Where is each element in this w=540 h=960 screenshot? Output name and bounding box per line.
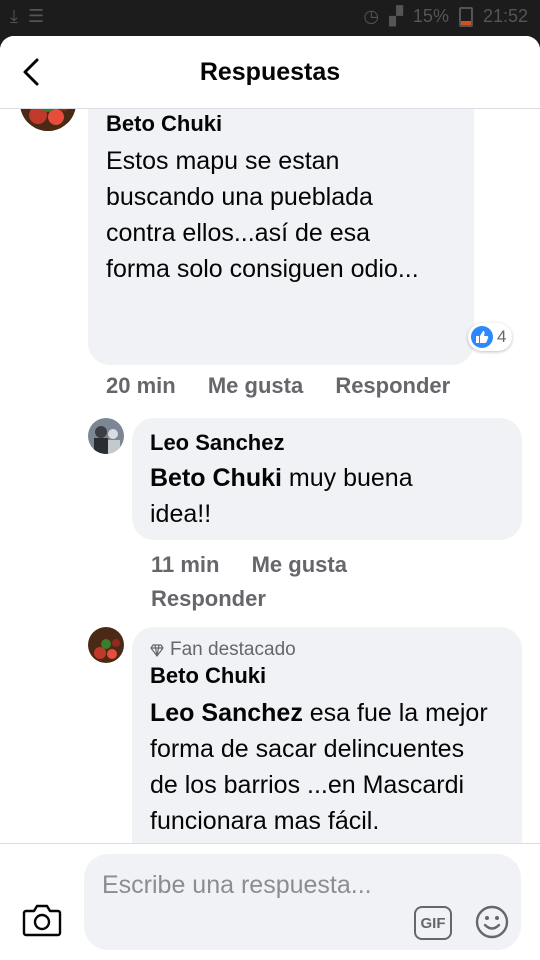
comment-actions: 11 min Me gusta Responder xyxy=(151,548,411,616)
reaction-count[interactable]: 4 xyxy=(468,323,513,351)
camera-icon xyxy=(22,904,62,937)
comment-bubble[interactable]: Fan destacado Beto Chuki Leo Sanchez esa… xyxy=(132,627,522,843)
alarm-icon: ◷ xyxy=(363,6,380,26)
comment-bubble[interactable]: Leo Sanchez Beto Chuki muy buena idea!! xyxy=(132,418,522,540)
comment-author[interactable]: Leo Sanchez xyxy=(150,430,480,456)
like-reaction-icon xyxy=(471,326,493,348)
reply-button[interactable]: Responder xyxy=(151,586,266,611)
comment-author[interactable]: Beto Chuki xyxy=(150,663,490,689)
battery-percent: 15% xyxy=(412,6,449,26)
fan-badge-label: Fan destacado xyxy=(170,639,296,660)
comment-author[interactable]: Beto Chuki xyxy=(106,111,436,137)
status-bar: ⤓ ☰ ◷ ▞ 15% 21:52 xyxy=(0,0,540,36)
comment-time: 11 min xyxy=(151,552,220,577)
comment-text: Beto Chuki muy buena idea!! xyxy=(150,460,480,532)
avatar-leo-sanchez[interactable] xyxy=(88,418,124,454)
status-time: 21:52 xyxy=(482,6,528,26)
battery-icon xyxy=(458,6,473,27)
page-title: Respuestas xyxy=(199,58,341,86)
comment-actions: 20 min Me gusta Responder xyxy=(106,373,450,399)
emoji-icon xyxy=(475,905,509,939)
comment-text: Leo Sanchez esa fue la mejor forma de sa… xyxy=(150,695,490,839)
camera-button[interactable] xyxy=(22,902,62,938)
like-button[interactable]: Me gusta xyxy=(252,552,347,577)
mention-link[interactable]: Leo Sanchez xyxy=(150,699,303,727)
reply-button[interactable]: Responder xyxy=(335,373,450,398)
download-icon: ⤓ xyxy=(10,6,18,26)
mention-link[interactable]: Beto Chuki xyxy=(150,464,282,492)
avatar-beto-chuki[interactable] xyxy=(88,627,124,663)
like-button[interactable]: Me gusta xyxy=(208,373,303,398)
comment-text: Estos mapu se estan buscando una pueblad… xyxy=(106,147,419,283)
gif-button[interactable]: GIF xyxy=(414,906,452,940)
comment-thread[interactable]: Beto Chuki Estos mapu se estan buscando … xyxy=(0,109,540,843)
signal-icon: ▞ xyxy=(389,6,403,26)
reply-input-placeholder: Escribe una respuesta... xyxy=(102,871,372,899)
comment-time: 20 min xyxy=(106,373,176,398)
reply-composer: Escribe una respuesta... GIF xyxy=(0,843,540,960)
header: Respuestas xyxy=(0,36,540,109)
emoji-button[interactable] xyxy=(474,904,510,940)
comment-bubble[interactable]: Beto Chuki Estos mapu se estan buscando … xyxy=(88,109,474,365)
diamond-icon xyxy=(150,644,164,657)
reaction-count-value: 4 xyxy=(497,327,507,346)
replies-sheet: Respuestas Beto Chuki Estos mapu se esta… xyxy=(0,36,540,960)
reply-input[interactable]: Escribe una respuesta... GIF xyxy=(84,854,521,950)
menu-icon: ☰ xyxy=(27,6,45,26)
avatar-beto-chuki[interactable] xyxy=(20,109,76,131)
fan-badge: Fan destacado xyxy=(150,639,490,661)
